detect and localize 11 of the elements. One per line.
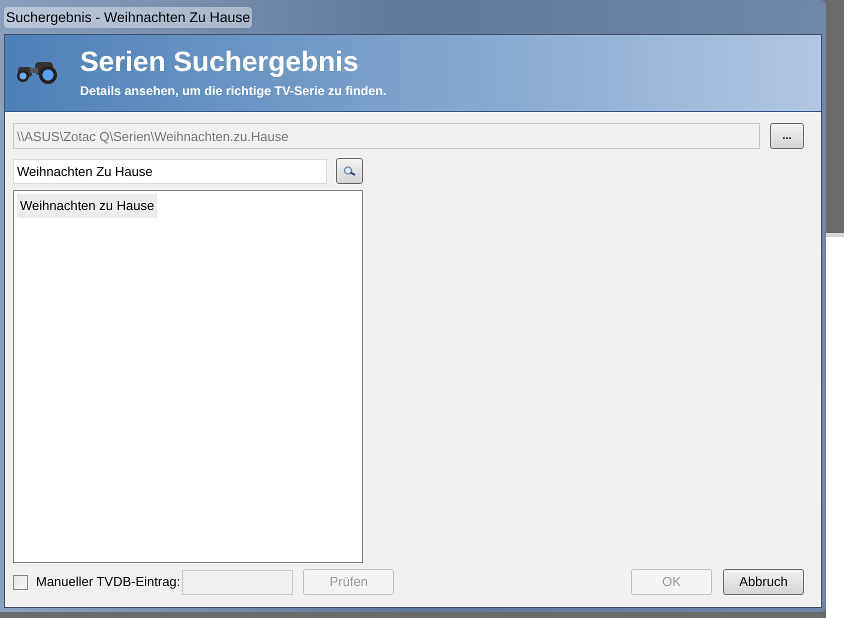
window-title: Suchergebnis - Weihnachten Zu Hause (4, 6, 252, 28)
search-field[interactable]: Weihnachten Zu Hause (13, 158, 327, 184)
search-button[interactable] (336, 158, 363, 184)
browse-button[interactable]: ... (770, 123, 804, 149)
result-item[interactable]: Weihnachten zu Hause (17, 194, 158, 218)
header-title: Serien Suchergebnis (80, 45, 360, 80)
manual-entry-checkbox[interactable] (13, 574, 28, 590)
magnifier-icon (342, 166, 356, 176)
cancel-button[interactable]: Abbruch (723, 569, 804, 595)
header-subtitle: Details ansehen, um die richtige TV-Serie zu finden. (80, 83, 386, 100)
manual-entry-label: Manueller TVDB-Eintrag: (36, 573, 180, 592)
